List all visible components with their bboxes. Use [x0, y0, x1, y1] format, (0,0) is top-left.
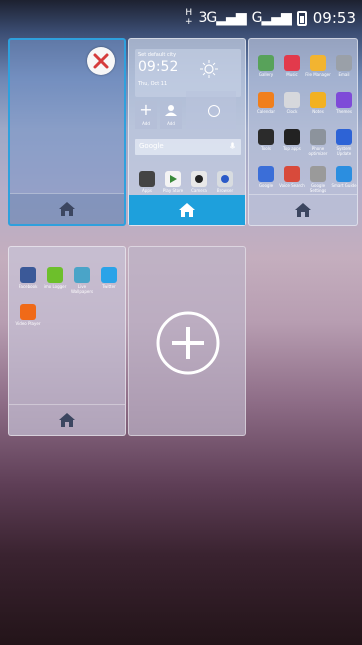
dock-play-store-icon[interactable]	[165, 171, 181, 187]
s2-app-icon[interactable]	[336, 129, 352, 145]
home-icon[interactable]	[178, 202, 196, 218]
s3-app-icon[interactable]	[20, 267, 36, 283]
signal-g-icon: G▂▄▆	[251, 10, 292, 26]
clock-date: Thu, Oct 11	[138, 81, 168, 87]
clock-widget[interactable]: Set default city 09:52 Thu, Oct 11	[135, 49, 241, 97]
s2-app-icon[interactable]	[310, 92, 326, 108]
app-label: Email	[338, 72, 350, 77]
close-icon	[93, 53, 109, 69]
s2-app-icon[interactable]	[258, 166, 274, 182]
google-search-bar[interactable]: Google	[135, 139, 241, 155]
app-label: Phone optimizer	[308, 146, 328, 156]
s3-app-icon[interactable]	[101, 267, 117, 283]
delete-screen-button[interactable]	[87, 47, 115, 75]
s2-app-icon[interactable]	[284, 92, 300, 108]
s2-app-icon[interactable]	[284, 55, 300, 71]
s3-app-icon[interactable]	[74, 267, 90, 283]
app-label: Smart Guide	[331, 183, 357, 188]
status-time: 09:53	[312, 9, 356, 27]
app-label: Themes	[336, 109, 352, 114]
s2-app-icon[interactable]	[336, 92, 352, 108]
dock-browser-icon[interactable]	[217, 171, 233, 187]
home-bar-default	[129, 195, 245, 225]
contact-icon	[165, 105, 177, 116]
s2-app-icon[interactable]	[310, 129, 326, 145]
s2-app-icon[interactable]	[258, 92, 274, 108]
s2-app-icon[interactable]	[258, 55, 274, 71]
s2-app-icon[interactable]	[284, 129, 300, 145]
home-icon[interactable]	[58, 201, 76, 217]
app-label: Live Wallpapers	[70, 284, 94, 294]
home-icon[interactable]	[58, 412, 76, 428]
home-bar	[249, 194, 357, 225]
app-label: Notes	[312, 109, 324, 114]
add-homescreen-card[interactable]	[128, 246, 246, 436]
app-label: Calendar	[257, 109, 275, 114]
s3-app-icon[interactable]	[20, 304, 36, 320]
clock-city: Set default city	[138, 52, 177, 58]
home-bar	[10, 193, 124, 224]
s2-app-icon[interactable]	[284, 166, 300, 182]
network-type-indicator: H +	[184, 8, 193, 27]
s2-app-icon[interactable]	[336, 55, 352, 71]
s3-app-icon[interactable]	[47, 267, 63, 283]
s2-app-icon[interactable]	[336, 166, 352, 182]
add-widget-2[interactable]: Add	[160, 101, 182, 129]
app-label: Clock	[286, 109, 298, 114]
app-label: imo Logger	[43, 284, 67, 289]
dock-camera-icon[interactable]	[191, 171, 207, 187]
clock-time: 09:52	[138, 59, 179, 75]
dock-apps-icon[interactable]	[139, 171, 155, 187]
app-label: Facebook	[18, 284, 38, 289]
homescreen-card-default[interactable]: Set default city 09:52 Thu, Oct 11 + Add…	[128, 38, 246, 226]
weather-sun-icon	[200, 60, 218, 78]
music-widget[interactable]	[186, 91, 236, 129]
battery-icon	[296, 10, 307, 26]
app-label: File Manager	[305, 72, 331, 77]
app-label: Google Settings	[309, 183, 327, 193]
s2-app-icon[interactable]	[310, 55, 326, 71]
app-label: Music	[286, 72, 298, 77]
app-label: Tools	[261, 146, 271, 151]
status-bar: H + 3G▂▄▆ G▂▄▆ 09:53	[0, 0, 362, 36]
app-label: Gallery	[258, 72, 274, 77]
app-label: Video Player	[15, 321, 41, 326]
app-label: Google	[258, 183, 274, 188]
app-label: Top apps	[283, 146, 301, 151]
add-icon	[156, 311, 220, 375]
homescreen-card-apps[interactable]: Gallery Music File Manager Email Calendar Clo…	[248, 38, 358, 226]
app-label: Voice Search	[279, 183, 305, 188]
add-widget-1[interactable]: + Add	[135, 101, 157, 129]
s2-app-icon[interactable]	[258, 129, 274, 145]
homescreen-card-social[interactable]: Facebook imo Logger Live Wallpapers Twitter…	[8, 246, 126, 436]
mic-icon[interactable]	[230, 142, 235, 151]
app-label: System Update	[336, 146, 352, 156]
home-bar	[9, 404, 125, 435]
signal-3g-icon: 3G▂▄▆	[198, 10, 247, 26]
home-icon[interactable]	[294, 202, 312, 218]
app-label: Twitter	[102, 284, 116, 289]
s2-app-icon[interactable]	[310, 166, 326, 182]
